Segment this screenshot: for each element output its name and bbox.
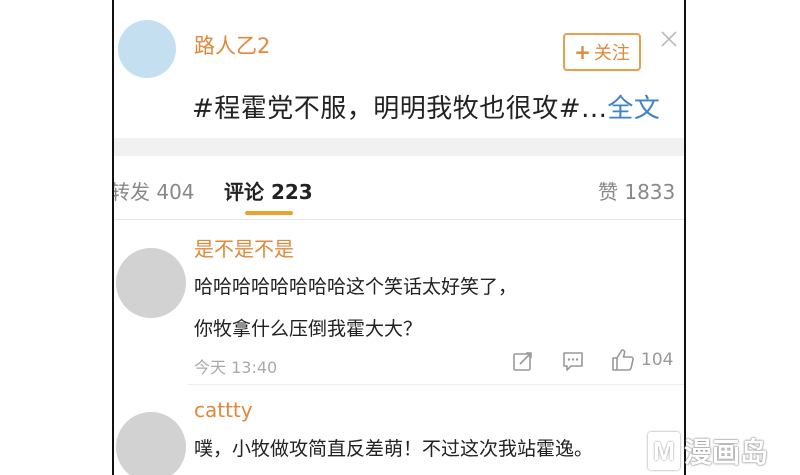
comment-list: 是不是不是 哈哈哈哈哈哈哈哈这个笑话太好笑了， 你牧拿什么压倒我霍大大？ 今天 … (114, 220, 684, 475)
section-separator (114, 138, 684, 156)
like-icon[interactable] (611, 348, 635, 372)
post-text-content: #程霍党不服，明明我牧也很攻#... (192, 94, 608, 124)
watermark-logo: M 漫画岛 (648, 430, 796, 472)
comment-username[interactable]: cattty (194, 398, 253, 422)
divider (188, 384, 684, 385)
comment-text-line: 你牧拿什么压倒我霍大大？ (194, 318, 423, 340)
phone-screen: 路人乙2 + 关注 #程霍党不服，明明我牧也很攻#...全文 转发 404 评论… (112, 0, 686, 475)
comment-username[interactable]: 是不是不是 (194, 233, 294, 262)
avatar[interactable] (116, 248, 186, 318)
post-text: #程霍党不服，明明我牧也很攻#...全文 (192, 88, 660, 125)
tab-reposts[interactable]: 转发 404 (114, 176, 195, 205)
watermark-letter: M (648, 432, 680, 470)
post-card: 路人乙2 + 关注 #程霍党不服，明明我牧也很攻#...全文 (114, 0, 684, 138)
post-username[interactable]: 路人乙2 (194, 30, 270, 60)
comment-text-line: 哈哈哈哈哈哈哈哈这个笑话太好笑了， (194, 276, 518, 298)
like-count: 104 (641, 350, 674, 370)
avatar[interactable] (118, 20, 176, 78)
close-icon[interactable] (660, 30, 678, 48)
comment-text-line: 噗，小牧做攻简直反差萌！不过这次我站霍逸。 (194, 438, 594, 460)
comment-icon[interactable] (561, 350, 585, 372)
tab-likes[interactable]: 赞 1833 (598, 176, 675, 205)
active-tab-indicator (245, 211, 293, 215)
watermark-text: 漫画岛 (684, 436, 769, 469)
repost-icon[interactable] (512, 350, 534, 372)
tab-bar: 转发 404 评论 223 赞 1833 (114, 156, 684, 220)
tab-comments[interactable]: 评论 223 (224, 176, 313, 205)
full-text-link[interactable]: 全文 (607, 94, 660, 124)
follow-label: 关注 (593, 43, 630, 64)
plus-icon: + (574, 40, 591, 64)
follow-button[interactable]: + 关注 (563, 33, 641, 71)
comment-time: 今天 13:40 (194, 358, 278, 377)
avatar[interactable] (116, 412, 186, 475)
